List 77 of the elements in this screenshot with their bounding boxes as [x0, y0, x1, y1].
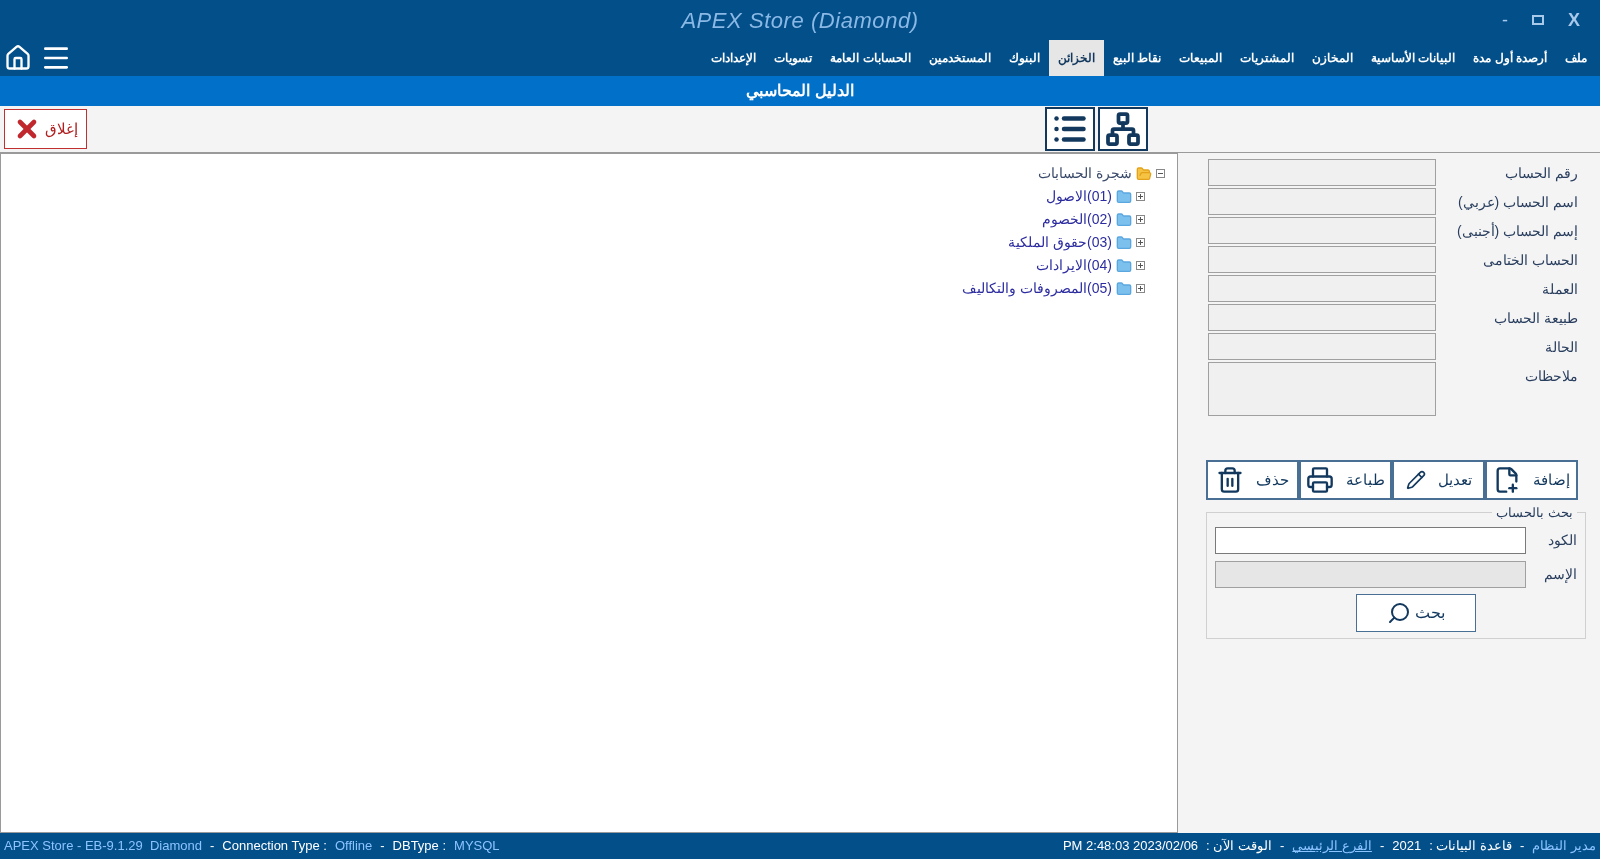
tree-item[interactable]: (02)الخصوم [1042, 209, 1112, 230]
status-label: DBType : [392, 837, 447, 856]
field-label: إسم الحساب (أجنبى) [1455, 221, 1578, 242]
field-label: رقم الحساب [1504, 164, 1578, 184]
action-button[interactable]: تعديل [1392, 460, 1485, 500]
field-label: الحالة [1544, 338, 1578, 357]
folder-icon [1136, 165, 1152, 182]
menu-tab[interactable]: الحسابات العامة [821, 40, 920, 76]
action-button[interactable]: حذف [1206, 460, 1299, 500]
menu-tab[interactable]: ملف [1556, 40, 1596, 76]
app-version: APEX Store - EB-9.1.29 Diamond [4, 837, 202, 856]
folder-icon [1116, 211, 1132, 228]
folder-icon [1116, 280, 1132, 297]
pencil-icon [1405, 470, 1426, 490]
expand-icon[interactable] [1136, 192, 1145, 201]
search-icon [1387, 601, 1411, 625]
menu-tab[interactable]: المستخدمين [919, 40, 1000, 76]
status-text: الوقت الآن : [1206, 837, 1272, 856]
menu-tab[interactable]: تسويات [765, 40, 822, 76]
separator-text: - [380, 837, 385, 856]
folder-icon [1116, 234, 1132, 251]
tree-item[interactable]: (05)المصروفات والتكاليف [962, 278, 1112, 299]
folder-icon [1116, 188, 1132, 205]
menu-tab[interactable]: نقاط البيع [1103, 40, 1170, 76]
field-label: الكود [1547, 531, 1577, 551]
status-text: 2021 [1392, 837, 1422, 856]
printer-icon [1306, 466, 1334, 494]
field-label: الحساب الختامى [1482, 251, 1578, 270]
action-button[interactable]: طباعة [1299, 460, 1392, 500]
field-label: طبيعة الحساب [1493, 309, 1578, 328]
status-text: - [1520, 837, 1525, 856]
tree-item[interactable]: (04)الايرادات [1036, 255, 1112, 276]
status-value: MYSQL [454, 837, 500, 856]
field-label: ملاحظات [1524, 367, 1578, 386]
tree-item[interactable]: (01)الاصول [1046, 186, 1112, 207]
maximize-icon[interactable] [1532, 15, 1544, 25]
field-label: الإسم [1543, 565, 1577, 585]
close-form-button[interactable]: إغلاق [4, 109, 87, 149]
menu-tab[interactable]: الإعدادات [702, 40, 766, 76]
home-icon[interactable] [4, 44, 32, 72]
search-button[interactable]: بحث [1356, 594, 1476, 632]
status-text: - [1379, 837, 1385, 856]
separator-text: - [210, 837, 215, 856]
expand-icon[interactable] [1136, 238, 1145, 247]
collapse-icon[interactable] [1156, 169, 1165, 178]
field-label: اسم الحساب (عربي) [1456, 193, 1578, 213]
close-button[interactable]: X [1564, 6, 1584, 34]
expand-icon[interactable] [1136, 215, 1145, 224]
minimize-button[interactable]: - [1498, 6, 1512, 34]
status-text: - [1279, 837, 1285, 856]
trash-icon [1216, 466, 1244, 494]
field-label: العملة [1541, 280, 1578, 299]
page-title: الدليل المحاسبي [746, 81, 854, 103]
menu-tab[interactable]: أرصدة أول مدة [1464, 40, 1556, 76]
menu-tab[interactable]: المخازن [1303, 40, 1362, 76]
menu-tab[interactable]: البيانات الأساسية [1362, 40, 1465, 76]
window-title: APEX Store (Diamond) [681, 6, 919, 35]
menu-tab[interactable]: المبيعات [1170, 40, 1231, 76]
status-text: قاعدة البيانات : [1429, 837, 1513, 856]
status-text: PM 2:48:03 2023/02/06 [1062, 837, 1199, 856]
status-value: Offline [334, 837, 373, 856]
tree-item[interactable]: شجرة الحسابات [1038, 163, 1132, 184]
menu-tab[interactable]: البنوك [999, 40, 1049, 76]
list-view-button[interactable] [1045, 107, 1095, 151]
status-label: Connection Type : [222, 837, 327, 856]
tree-structure-icon [1105, 111, 1141, 147]
input-field[interactable] [1215, 527, 1527, 554]
menu-tab[interactable]: الخزائن [1048, 40, 1104, 76]
menu-tab[interactable]: المشتريات [1231, 40, 1303, 76]
expand-icon[interactable] [1136, 284, 1145, 293]
tree-item[interactable]: (03)حقوق الملكية [1008, 232, 1112, 253]
branch-link[interactable]: الفرع الرئيسي [1292, 836, 1372, 856]
action-button[interactable]: إضافة [1485, 460, 1578, 500]
expand-icon[interactable] [1136, 261, 1145, 270]
status-text: مدير النظام [1532, 837, 1596, 856]
tree-view-button[interactable] [1098, 107, 1148, 151]
folder-icon [1116, 257, 1132, 274]
